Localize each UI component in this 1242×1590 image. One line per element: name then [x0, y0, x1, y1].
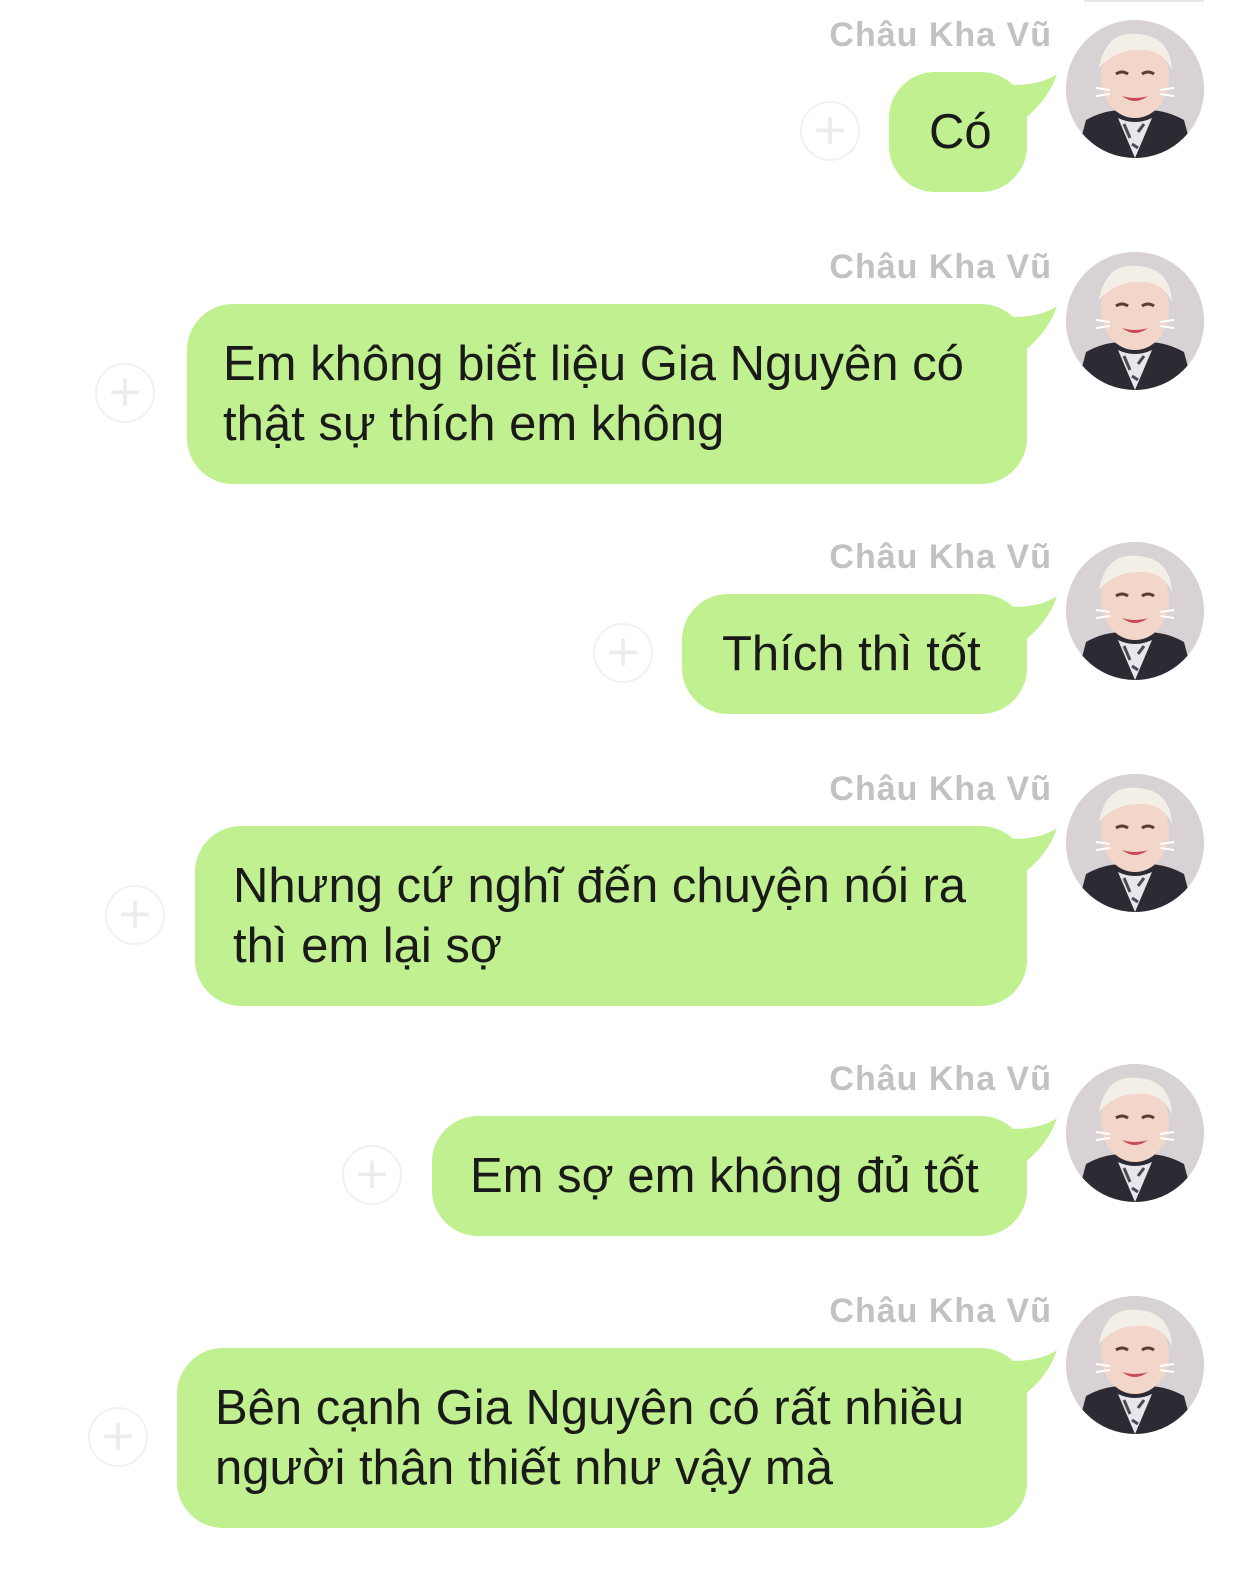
add-reaction-icon[interactable]: + — [342, 1145, 402, 1205]
divider — [1084, 0, 1204, 2]
add-reaction-icon[interactable]: + — [88, 1407, 148, 1467]
message-bubble[interactable]: Em sợ em không đủ tốt — [432, 1116, 1057, 1236]
add-reaction-icon[interactable]: + — [800, 101, 860, 161]
sender-avatar[interactable] — [1066, 20, 1204, 158]
sender-avatar[interactable] — [1066, 542, 1204, 680]
message-bubble[interactable]: Em không biết liệu Gia Nguyên có thật sự… — [187, 304, 1057, 484]
add-reaction-icon[interactable]: + — [95, 363, 155, 423]
message-row: Châu Kha Vũ + Em không biết liệu Gia Ngu… — [0, 248, 1242, 498]
message-row: Châu Kha Vũ + Có — [0, 16, 1242, 206]
bubble-tail — [997, 74, 1057, 124]
message-text: Có — [929, 105, 992, 159]
sender-avatar[interactable] — [1066, 774, 1204, 912]
sender-avatar[interactable] — [1066, 1064, 1204, 1202]
sender-name: Châu Kha Vũ — [829, 16, 1052, 54]
message-row: Châu Kha Vũ + Bên cạnh Gia Nguyên có rất… — [0, 1292, 1242, 1552]
bubble-tail — [997, 1350, 1057, 1400]
message-text: Bên cạnh Gia Nguyên có rất nhiều người t… — [215, 1381, 965, 1495]
message-row: Châu Kha Vũ + Thích thì tốt — [0, 538, 1242, 728]
add-reaction-icon[interactable]: + — [593, 623, 653, 683]
message-text: Em không biết liệu Gia Nguyên có thật sự… — [223, 337, 964, 451]
bubble-tail — [997, 1118, 1057, 1168]
sender-avatar[interactable] — [1066, 252, 1204, 390]
sender-name: Châu Kha Vũ — [829, 770, 1052, 808]
bubble-tail — [997, 596, 1057, 646]
chat-thread: Châu Kha Vũ + Có Châu Kha Vũ + Em không … — [0, 0, 1242, 1590]
message-row: Châu Kha Vũ + Em sợ em không đủ tốt — [0, 1060, 1242, 1250]
sender-avatar[interactable] — [1066, 1296, 1204, 1434]
add-reaction-icon[interactable]: + — [105, 885, 165, 945]
bubble-tail — [997, 828, 1057, 878]
message-bubble[interactable]: Có — [889, 72, 1057, 192]
message-bubble[interactable]: Nhưng cứ nghĩ đến chuyện nói ra thì em l… — [195, 826, 1057, 1006]
sender-name: Châu Kha Vũ — [829, 1060, 1052, 1098]
message-text: Em sợ em không đủ tốt — [470, 1149, 979, 1203]
sender-name: Châu Kha Vũ — [829, 248, 1052, 286]
message-text: Nhưng cứ nghĩ đến chuyện nói ra thì em l… — [233, 859, 967, 973]
message-row: Châu Kha Vũ + Nhưng cứ nghĩ đến chuyện n… — [0, 770, 1242, 1020]
sender-name: Châu Kha Vũ — [829, 1292, 1052, 1330]
bubble-tail — [997, 306, 1057, 356]
sender-name: Châu Kha Vũ — [829, 538, 1052, 576]
message-bubble[interactable]: Thích thì tốt — [682, 594, 1057, 714]
message-text: Thích thì tốt — [722, 627, 981, 681]
message-bubble[interactable]: Bên cạnh Gia Nguyên có rất nhiều người t… — [177, 1348, 1057, 1528]
